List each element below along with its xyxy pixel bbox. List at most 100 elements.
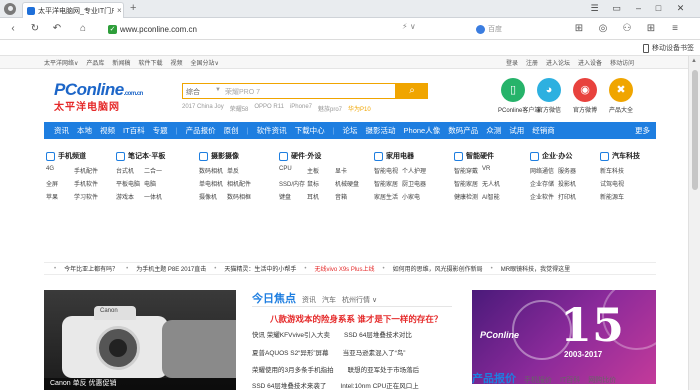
window-layout-icon[interactable]: ▭	[610, 2, 623, 15]
back-icon[interactable]: ‹	[6, 22, 20, 36]
maximize-icon[interactable]: □	[652, 2, 665, 15]
nav-item[interactable]: 试用	[509, 125, 524, 136]
tab-compare[interactable]: 网购比价	[588, 375, 616, 385]
news-link[interactable]: SSD 64层堆叠技术对比	[344, 329, 412, 339]
ticker-item[interactable]: 如何用的思维，风光摄影创作新局	[393, 264, 483, 273]
nav-item[interactable]: 软件资讯	[257, 125, 287, 136]
register-link[interactable]: 注册	[526, 58, 538, 67]
top-link-city[interactable]: 全国分站∨	[190, 58, 218, 67]
site-search-box[interactable]: 综合 ▼ 荣耀PRO 7	[182, 83, 396, 99]
browser-logo-icon[interactable]	[4, 3, 16, 15]
category-link[interactable]: 相机配件	[227, 179, 251, 188]
news-link[interactable]: SSD 64层堆叠技术来袭了	[252, 380, 326, 390]
category-link[interactable]: 打印机	[558, 192, 582, 201]
category-link[interactable]: 投影机	[558, 179, 582, 188]
nav-item[interactable]: 众测	[486, 125, 501, 136]
reload-icon[interactable]: ↻	[28, 22, 42, 36]
tab-it-wiki[interactable]: IT百科	[560, 375, 580, 385]
forum-link[interactable]: 进入论坛	[546, 58, 570, 67]
category-link[interactable]: 摄像机	[199, 192, 223, 201]
category-link[interactable]: 小家电	[402, 192, 426, 201]
news-link[interactable]: 当亚马逊素混入了“鸟”	[343, 347, 406, 357]
site-logo[interactable]: PConline.com.cn 太平洋电脑网	[54, 80, 174, 114]
nav-item[interactable]: 论坛	[343, 125, 358, 136]
close-window-icon[interactable]: ✕	[674, 2, 687, 15]
category-link[interactable]: 一体机	[144, 192, 168, 201]
category-link[interactable]: AI智能	[482, 192, 506, 201]
category-link[interactable]: 试驾电视	[600, 179, 640, 188]
mobile-bookmarks[interactable]: 移动设备书签	[643, 43, 694, 53]
top-link-download[interactable]: 软件下载	[138, 58, 162, 67]
category-link[interactable]: 智能穿戴	[454, 166, 478, 175]
new-tab-icon[interactable]: +	[130, 2, 136, 14]
home-icon[interactable]: ⌂	[76, 22, 90, 36]
news-link[interactable]: Intel:10nm CPU正在风口上	[340, 380, 418, 390]
ticker-item[interactable]: 今年比亚上都有吗？	[64, 264, 118, 273]
featured-image[interactable]: Canon Canon 单反 优惠促销	[44, 290, 236, 390]
category-title[interactable]: 家用电器	[386, 151, 414, 161]
mobile-link[interactable]: 移动访问	[610, 58, 634, 67]
category-link[interactable]: 智能电视	[374, 166, 398, 175]
category-link[interactable]: 个人护理	[402, 166, 426, 175]
category-link[interactable]: VR	[482, 166, 506, 175]
ticker-item[interactable]: 天猫精灵：生活中的小帮手	[224, 264, 296, 273]
category-link[interactable]: 新能源车	[600, 192, 640, 201]
app-client[interactable]: ▯ PConline客户端	[498, 78, 540, 114]
nav-item[interactable]: 摄影活动	[366, 125, 396, 136]
category-link[interactable]: 厨卫电器	[402, 179, 426, 188]
extension-icon[interactable]: ⊞	[572, 22, 586, 36]
category-link[interactable]: 键盘	[279, 192, 303, 201]
news-link[interactable]: 荣耀使用的3月多条手机指拍	[252, 364, 334, 374]
news-link[interactable]: 快讯 荣耀KFVvive引入大卖	[252, 329, 330, 339]
wifi-icon[interactable]: ◎	[596, 22, 610, 36]
account-icon[interactable]: ⚇	[620, 22, 634, 36]
tab-auto[interactable]: 汽车	[322, 295, 336, 305]
hotword[interactable]: iPhone7	[290, 104, 312, 113]
category-link[interactable]: 台式机	[116, 166, 140, 175]
featured-caption[interactable]: Canon 单反 优惠促销	[44, 378, 236, 390]
category-link[interactable]: 手机配件	[74, 166, 98, 175]
category-link[interactable]: 服务器	[558, 166, 582, 175]
category-link[interactable]: 智能家居	[374, 179, 398, 188]
headline-link[interactable]: 八款游戏本的险身系系 谁才是下一样的存在？	[270, 313, 442, 325]
nav-item[interactable]: IT百科	[123, 125, 145, 136]
browser-tab[interactable]: 太平洋电脑网_专业IT门户 ×	[22, 2, 124, 18]
menu-icon[interactable]: ≡	[668, 22, 682, 36]
category-link[interactable]: 4G	[46, 166, 70, 175]
category-link[interactable]: 企业存储	[530, 179, 554, 188]
category-link[interactable]: 音箱	[335, 192, 359, 201]
search-button[interactable]: ⌕	[396, 83, 428, 99]
category-title[interactable]: 硬件·外设	[291, 151, 321, 161]
tab-product-price[interactable]: 产品报价	[472, 370, 516, 386]
hotword[interactable]: 荣耀58	[230, 104, 249, 113]
url-text[interactable]: www.pconline.com.cn	[120, 25, 197, 34]
category-link[interactable]: 智能家居	[454, 179, 478, 188]
hotword[interactable]: OPPO R11	[254, 104, 284, 113]
category-title[interactable]: 智能硬件	[466, 151, 494, 161]
category-link[interactable]: 数码相机	[199, 166, 223, 175]
top-link-video[interactable]: 视频	[170, 58, 182, 67]
category-link[interactable]: 无人机	[482, 179, 506, 188]
category-link[interactable]: 平板电脑	[116, 179, 140, 188]
category-link[interactable]: 单电相机	[199, 179, 223, 188]
category-title[interactable]: 手机频道	[58, 151, 86, 161]
vertical-scrollbar[interactable]: ▲	[688, 56, 700, 390]
nav-item[interactable]: 原创	[224, 125, 239, 136]
category-link[interactable]: 学习软件	[74, 192, 98, 201]
category-link[interactable]: 二合一	[144, 166, 168, 175]
category-link[interactable]: 耳机	[307, 192, 331, 201]
ticker-item[interactable]: 为手机主题 P8E 2017直击	[136, 264, 206, 273]
tab-city[interactable]: 杭州行情 ∨	[342, 295, 377, 305]
nav-item[interactable]: 本地	[77, 125, 92, 136]
category-link[interactable]: 手机软件	[74, 179, 98, 188]
grid-icon[interactable]: ⊞	[644, 22, 658, 36]
nav-item[interactable]: 资讯	[54, 125, 69, 136]
app-weibo[interactable]: ◉ 官方微博	[570, 78, 600, 114]
category-link[interactable]: 企业软件	[530, 192, 554, 201]
top-link-products[interactable]: 产品库	[86, 58, 104, 67]
category-link[interactable]: 健康检测	[454, 192, 478, 201]
login-link[interactable]: 登录	[506, 58, 518, 67]
device-link[interactable]: 进入设备	[578, 58, 602, 67]
category-title[interactable]: 笔记本·平板	[128, 151, 165, 161]
minimize-icon[interactable]: –	[632, 2, 645, 15]
